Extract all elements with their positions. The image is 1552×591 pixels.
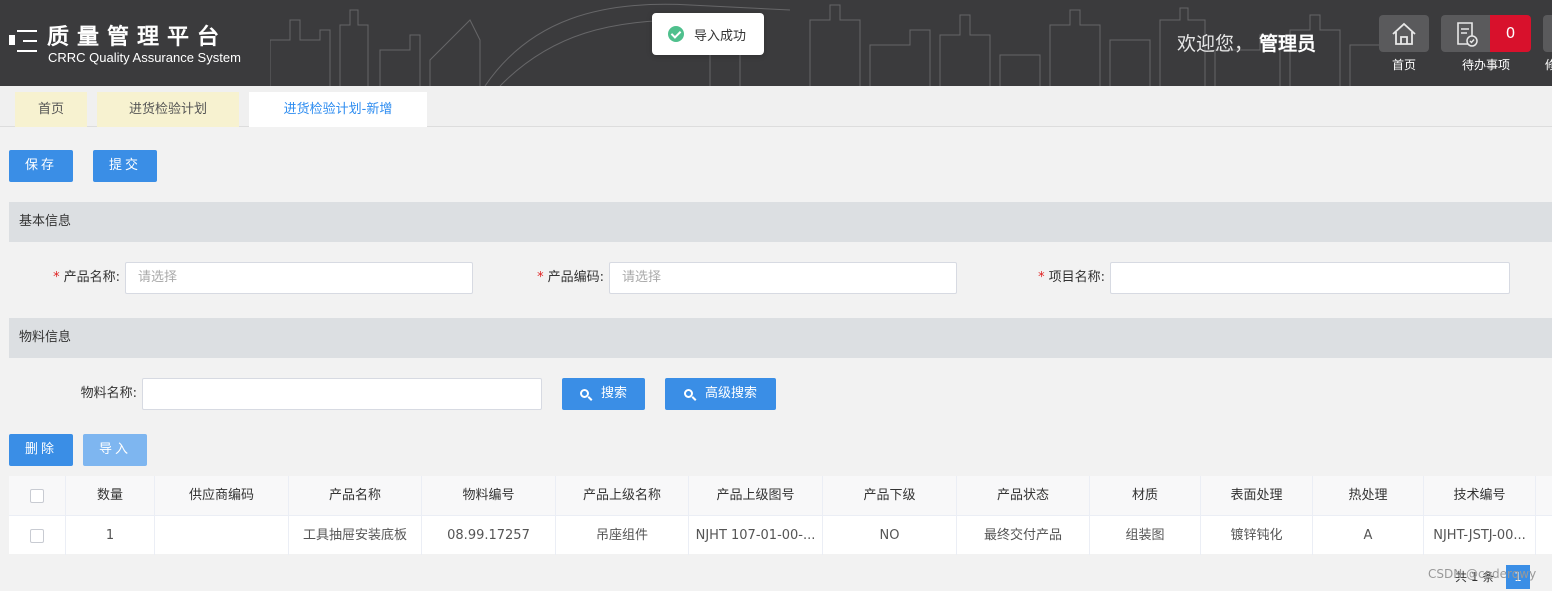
select-all-cell: [9, 476, 66, 515]
column-header[interactable]: 产品下级: [823, 476, 957, 515]
todo-button[interactable]: [1441, 15, 1491, 52]
column-header[interactable]: 材质: [1090, 476, 1201, 515]
tab-home[interactable]: 首页: [15, 92, 87, 127]
cut-off-label: 修: [1545, 58, 1552, 72]
table-cell: 08.99.17257: [422, 516, 556, 555]
todo-label: 待办事项: [1462, 58, 1511, 72]
success-check-icon: [668, 26, 684, 42]
product-name-label: * 产品名称:: [53, 270, 120, 285]
column-header[interactable]: 技术编号: [1424, 476, 1536, 515]
home-label: 首页: [1392, 58, 1417, 72]
table-row[interactable]: 1 工具抽屉安装底板 08.99.17257 吊座组件 NJHT 107-01-…: [9, 515, 1552, 555]
material-name-label: 物料名称:: [80, 386, 137, 401]
watermark-text: CSDN @coderqwy: [1428, 567, 1537, 581]
column-header[interactable]: 供应商编码: [155, 476, 289, 515]
table-cell: 最终交付产品: [957, 516, 1090, 555]
table-cell: 镀锌钝化: [1201, 516, 1313, 555]
app-title: 质量管理平台: [47, 25, 228, 50]
column-header[interactable]: 数量: [66, 476, 155, 515]
success-toast: 导入成功: [652, 13, 764, 55]
select-all-checkbox[interactable]: [30, 488, 44, 503]
search-icon: [579, 389, 589, 398]
column-header[interactable]: 物料编号: [422, 476, 556, 515]
todo-document-icon: [1457, 22, 1478, 47]
app-subtitle: CRRC Quality Assurance System: [48, 50, 241, 65]
import-button[interactable]: 导入: [83, 434, 147, 466]
todo-count-badge: 0: [1490, 15, 1531, 52]
column-header[interactable]: 表面处理: [1201, 476, 1313, 515]
more-header-button[interactable]: [1543, 15, 1552, 52]
welcome-text: 欢迎您， 管理员: [1177, 33, 1317, 55]
row-checkbox[interactable]: [30, 528, 44, 543]
tab-bar: 首页 进货检验计划 进货检验计划-新增: [0, 86, 1552, 127]
table-cell: 工具抽屉安装底板: [289, 516, 422, 555]
column-header[interactable]: 热处理: [1313, 476, 1424, 515]
material-name-input[interactable]: [142, 378, 542, 410]
toast-message: 导入成功: [694, 28, 747, 44]
search-button[interactable]: 搜索: [562, 378, 645, 410]
home-button[interactable]: [1379, 15, 1429, 52]
submit-button[interactable]: 提交: [93, 150, 157, 182]
table-cell: NJHT-JSTJ-00...: [1424, 516, 1536, 555]
save-button[interactable]: 保存: [9, 150, 73, 182]
product-name-select[interactable]: 请选择: [125, 262, 473, 294]
row-select-cell: [9, 516, 66, 555]
home-icon: [1392, 22, 1416, 45]
user-name: 管理员: [1259, 33, 1317, 55]
app-header: 质量管理平台 CRRC Quality Assurance System 欢迎您…: [0, 0, 1552, 86]
tab-inspection-plan[interactable]: 进货检验计划: [97, 92, 239, 127]
table-cell: [155, 516, 289, 555]
project-name-label: * 项目名称:: [1038, 270, 1105, 285]
delete-button[interactable]: 删除: [9, 434, 73, 466]
product-code-select[interactable]: 请选择: [609, 262, 957, 294]
material-info-header: 物料信息: [9, 318, 1552, 358]
column-header[interactable]: 产品上级图号: [689, 476, 823, 515]
project-name-input[interactable]: [1110, 262, 1510, 294]
search-icon: [683, 389, 693, 398]
menu-toggle-icon[interactable]: [9, 28, 37, 54]
product-code-label: * 产品编码:: [537, 270, 604, 285]
table-cell: 吊座组件: [556, 516, 689, 555]
advanced-search-button[interactable]: 高级搜索: [665, 378, 776, 410]
column-header[interactable]: 产品名称: [289, 476, 422, 515]
column-header[interactable]: 产品上级名称: [556, 476, 689, 515]
table-cell: NJHT 107-01-00-...: [689, 516, 823, 555]
table-cell: A: [1313, 516, 1424, 555]
column-header[interactable]: 产品状态: [957, 476, 1090, 515]
table-cell: 组装图: [1090, 516, 1201, 555]
table-cell: 1: [66, 516, 155, 555]
table-cell: NO: [823, 516, 957, 555]
basic-info-header: 基本信息: [9, 202, 1552, 242]
table-header-row: 数量 供应商编码 产品名称 物料编号 产品上级名称 产品上级图号 产品下级 产品…: [9, 476, 1552, 515]
tab-inspection-plan-new[interactable]: 进货检验计划-新增: [249, 92, 427, 127]
